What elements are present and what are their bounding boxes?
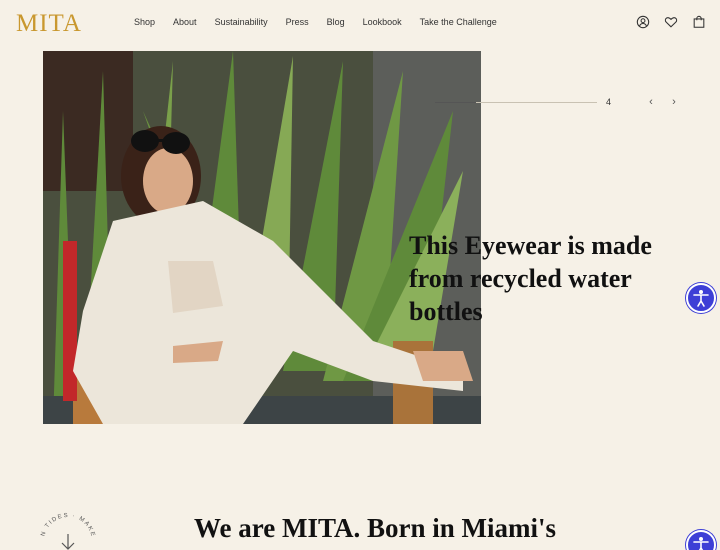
nav-about[interactable]: About bbox=[173, 17, 197, 27]
accessibility-button[interactable] bbox=[686, 283, 716, 313]
slide-progress-fill bbox=[435, 102, 476, 103]
brand-logo[interactable]: MITA bbox=[16, 10, 82, 38]
chevron-left-icon[interactable]: ‹ bbox=[645, 95, 657, 109]
nav-lookbook[interactable]: Lookbook bbox=[363, 17, 402, 27]
accessibility-icon bbox=[693, 290, 709, 307]
nav-take-the-challenge[interactable]: Take the Challenge bbox=[420, 17, 497, 27]
about-heading: We are MITA. Born in Miami's bbox=[194, 513, 556, 543]
main-nav: Shop About Sustainability Press Blog Loo… bbox=[134, 17, 515, 27]
accessibility-button-secondary[interactable] bbox=[686, 530, 716, 550]
slide-progress-bar bbox=[435, 102, 597, 103]
heart-icon[interactable] bbox=[664, 15, 678, 29]
nav-press[interactable]: Press bbox=[286, 17, 309, 27]
chevron-right-icon[interactable]: › bbox=[668, 95, 680, 109]
nav-blog[interactable]: Blog bbox=[327, 17, 345, 27]
account-icon[interactable] bbox=[636, 15, 650, 29]
accessibility-icon bbox=[693, 537, 709, 550]
hero-headline: This Eyewear is made from recycled water… bbox=[409, 231, 652, 326]
header-icons bbox=[636, 15, 706, 29]
cart-icon[interactable] bbox=[692, 15, 706, 29]
scroll-down-badge[interactable]: N TIDES · MAKE bbox=[35, 508, 101, 550]
arrow-down-icon bbox=[61, 534, 75, 550]
slide-number: 4 bbox=[606, 97, 612, 107]
site-header: MITA Shop About Sustainability Press Blo… bbox=[0, 0, 720, 46]
nav-shop[interactable]: Shop bbox=[134, 17, 155, 27]
nav-sustainability[interactable]: Sustainability bbox=[215, 17, 268, 27]
